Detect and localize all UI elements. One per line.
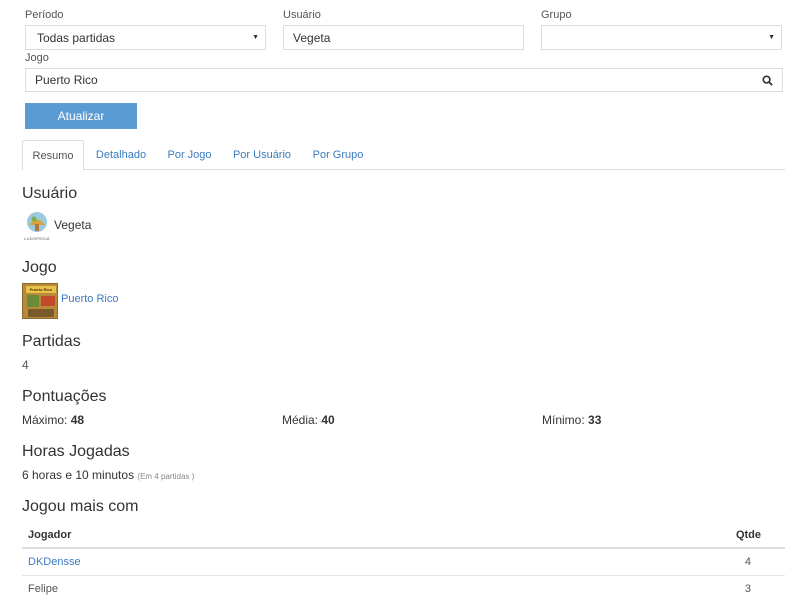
game-cover-title: Puerto Rico — [29, 287, 53, 292]
game-cover[interactable]: Puerto Rico — [22, 283, 58, 319]
col-player-header: Jogador — [28, 529, 72, 541]
game-label: Jogo — [25, 52, 49, 64]
matches-heading: Partidas — [22, 333, 81, 350]
period-select-value: Todas partidas — [37, 30, 116, 45]
hours-value: 6 horas e 10 minutos — [22, 468, 135, 482]
avatar-caption: LUDOPEDIA — [24, 236, 50, 241]
max-score: Máximo: 48 — [22, 413, 84, 427]
max-label: Máximo: — [22, 413, 68, 427]
player-qty: 4 — [744, 556, 751, 568]
group-select[interactable]: ▼ — [541, 25, 782, 50]
player-link[interactable]: DKDensse — [28, 556, 81, 568]
game-input-value: Puerto Rico — [35, 73, 98, 87]
scores-heading: Pontuações — [22, 388, 107, 405]
update-button[interactable]: Atualizar — [25, 103, 137, 129]
table-row: DKDensse 4 — [22, 549, 785, 576]
hours-played: 6 horas e 10 minutos (Em 4 partidas ) — [22, 468, 194, 482]
game-heading: Jogo — [22, 259, 57, 276]
search-icon — [762, 74, 773, 86]
caret-down-icon: ▼ — [768, 34, 775, 41]
game-input[interactable]: Puerto Rico — [25, 68, 754, 92]
table-header: Jogador Qtde — [22, 524, 785, 549]
caret-down-icon: ▼ — [252, 34, 259, 41]
user-label: Usuário — [283, 9, 321, 21]
min-score: Mínimo: 33 — [542, 413, 601, 427]
min-label: Mínimo: — [542, 413, 585, 427]
player-name: Felipe — [28, 583, 58, 595]
user-input[interactable]: Vegeta — [283, 25, 524, 50]
period-select[interactable]: Todas partidas ▼ — [25, 25, 266, 50]
user-heading: Usuário — [22, 185, 78, 202]
hours-heading: Horas Jogadas — [22, 443, 130, 460]
tab-por-usuario[interactable]: Por Usuário — [227, 140, 297, 170]
table-row: Felipe 3 — [22, 576, 785, 599]
col-qty-header: Qtde — [735, 529, 761, 541]
tab-detalhado[interactable]: Detalhado — [90, 140, 152, 170]
max-value: 48 — [70, 413, 85, 427]
tab-resumo[interactable]: Resumo — [22, 140, 84, 171]
user-link[interactable]: Vegeta — [54, 218, 91, 232]
min-value: 33 — [588, 413, 602, 427]
avg-score: Média: 40 — [282, 413, 335, 427]
user-input-value: Vegeta — [293, 30, 331, 45]
group-label: Grupo — [541, 9, 572, 21]
matches-value: 4 — [22, 358, 29, 372]
player-qty: 3 — [744, 583, 751, 595]
played-with-heading: Jogou mais com — [22, 498, 139, 515]
user-avatar[interactable]: LUDOPEDIA — [22, 210, 52, 245]
tab-por-jogo[interactable]: Por Jogo — [162, 140, 217, 170]
avg-label: Média: — [282, 413, 319, 427]
search-button[interactable] — [753, 68, 783, 92]
game-link[interactable]: Puerto Rico — [61, 293, 118, 305]
avg-value: 40 — [321, 413, 335, 427]
period-label: Período — [25, 9, 64, 21]
tabs-bar: Resumo Detalhado Por Jogo Por Usuário Po… — [22, 140, 785, 171]
tab-por-grupo[interactable]: Por Grupo — [307, 140, 369, 170]
hours-note: (Em 4 partidas ) — [137, 472, 195, 481]
